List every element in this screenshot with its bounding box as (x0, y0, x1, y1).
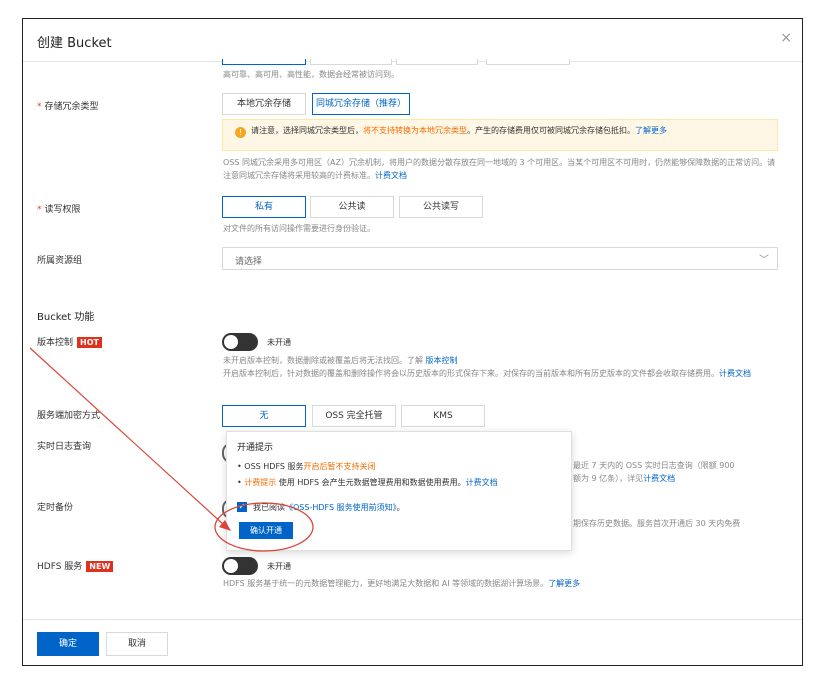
annotation-circle (214, 502, 314, 552)
annotation-overlay (29, 347, 314, 552)
annotation-arrow-line (29, 347, 225, 526)
